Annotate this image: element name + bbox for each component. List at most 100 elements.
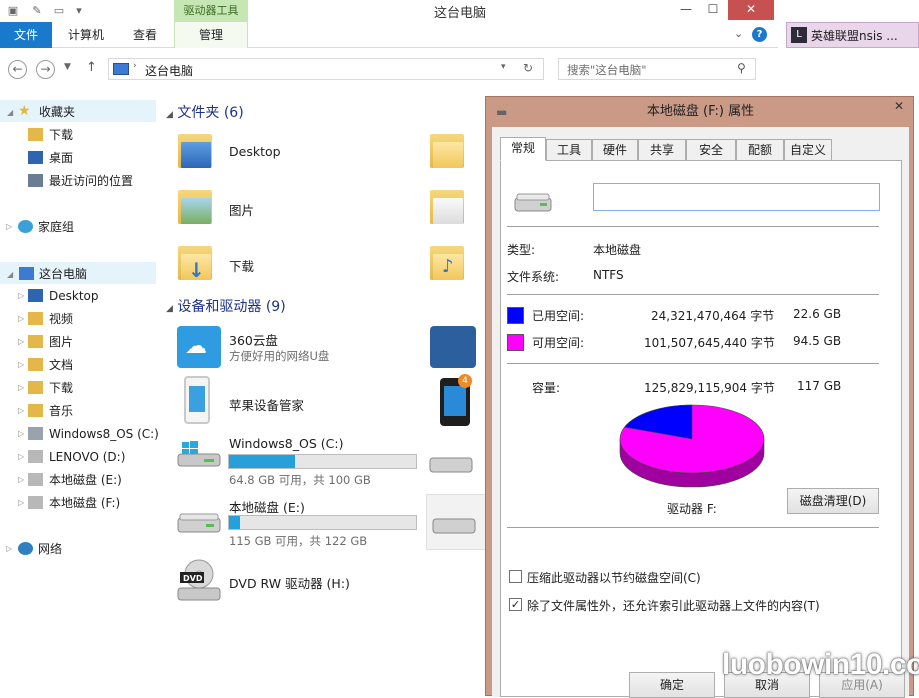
free-gb: 94.5 GB [793, 334, 842, 348]
folder-icon[interactable]: ▭ [52, 4, 66, 18]
folder-icon [28, 289, 43, 302]
drive-dvd-name[interactable]: DVD RW 驱动器 (H:) [229, 573, 350, 592]
drive-c-usage-bar [228, 454, 417, 469]
dvd-drive-icon[interactable]: DVD [176, 558, 222, 604]
address-dropdown-icon[interactable]: ▾ [501, 62, 506, 72]
used-gb: 22.6 GB [793, 307, 842, 321]
compress-label[interactable]: 压缩此驱动器以节约磁盘空间(C) [527, 569, 701, 586]
search-input[interactable]: 搜索"这台电脑" ⚲ [558, 58, 756, 80]
pictures-folder-icon[interactable] [178, 186, 214, 224]
device-apple-name[interactable]: 苹果设备管家 [229, 395, 304, 414]
edit-icon[interactable]: ✎ [30, 4, 44, 18]
music-folder-icon[interactable]: ♪ [430, 242, 466, 280]
ribbon-expand-icon[interactable]: ⌄ [734, 27, 743, 40]
taskbar-item-label: 英雄联盟nsis ... [811, 29, 898, 43]
nav-drive-e[interactable]: ▷ 本地磁盘 (E:) [0, 469, 156, 491]
drive-c-name[interactable]: Windows8_OS (C:) [229, 436, 343, 451]
used-space-swatch [507, 307, 524, 324]
folder-icon [28, 358, 43, 371]
folder-downloads[interactable]: 下载 [229, 256, 254, 275]
drive-letter-label: 驱动器 F: [667, 502, 717, 516]
nav-videos[interactable]: ▷ 视频 [0, 308, 156, 330]
capacity-gb: 117 GB [797, 379, 842, 393]
media-device-icon[interactable] [430, 326, 476, 368]
forward-icon[interactable]: → [36, 60, 55, 79]
compress-checkbox[interactable] [509, 570, 522, 583]
nav-fav-downloads[interactable]: 下载 [0, 124, 156, 146]
phone-icon[interactable] [184, 376, 210, 424]
up-icon[interactable]: ↑ [86, 60, 97, 75]
dtab-sharing[interactable]: 共享 [638, 139, 686, 161]
documents-folder-icon[interactable] [430, 186, 466, 224]
drive-e-name[interactable]: 本地磁盘 (E:) [229, 497, 305, 516]
refresh-icon[interactable]: ↻ [523, 61, 533, 75]
separator [507, 294, 879, 295]
folder-desktop[interactable]: Desktop [229, 144, 281, 159]
tab-computer[interactable]: 计算机 [58, 22, 114, 48]
drive-d-icon[interactable] [428, 448, 482, 476]
nav-drive-c[interactable]: ▷ Windows8_OS (C:) [0, 423, 159, 445]
nav-drive-f[interactable]: ▷ 本地磁盘 (F:) [0, 492, 156, 514]
tab-view[interactable]: 查看 [118, 22, 172, 48]
nav-fav-recent[interactable]: 最近访问的位置 [0, 170, 156, 192]
tablet-icon[interactable]: 4 [440, 374, 472, 426]
qat-dropdown-icon[interactable]: ▾ [72, 4, 86, 18]
minimize-button[interactable]: — [672, 0, 700, 20]
disk-usage-pie [619, 404, 765, 488]
folder-icon [28, 335, 43, 348]
nav-desktop[interactable]: ▷ Desktop [0, 285, 156, 307]
dialog-close-button[interactable]: ✕ [883, 97, 915, 117]
devices-header[interactable]: ◢ 设备和驱动器 (9) [166, 296, 286, 316]
content-pane: ◢ 文件夹 (6) Desktop 图片 ↓ 下载 ♪ ◢ 设备和驱动器 (9)… [160, 96, 486, 696]
index-label[interactable]: 除了文件属性外，还允许索引此驱动器上文件的内容(T) [527, 597, 820, 614]
dialog-body: 常规 工具 硬件 共享 安全 配额 自定义 类型: 本地磁盘 文件系统: NTFS 已用空间… [492, 127, 909, 697]
address-input[interactable]: › 这台电脑 ▾ ↻ [108, 58, 544, 80]
volume-label-input[interactable] [593, 183, 880, 211]
nav-drive-d[interactable]: ▷ LENOVO (D:) [0, 446, 156, 468]
dtab-security[interactable]: 安全 [686, 139, 736, 161]
windows-drive-icon[interactable] [176, 440, 222, 468]
dtab-quota[interactable]: 配额 [736, 139, 784, 161]
drive-icon [28, 427, 43, 440]
help-icon[interactable]: ? [752, 27, 767, 42]
tab-manage[interactable]: 管理 [174, 22, 248, 48]
dtab-hardware[interactable]: 硬件 [592, 139, 638, 161]
folder-pictures[interactable]: 图片 [229, 200, 254, 219]
videos-folder-icon[interactable] [430, 130, 466, 168]
recent-dropdown-icon[interactable]: ▼ [64, 62, 71, 72]
drive-icon [28, 450, 43, 463]
drive-icon [28, 473, 43, 486]
nav-documents[interactable]: ▷ 文档 [0, 354, 156, 376]
nav-network[interactable]: ▷ 网络 [0, 538, 156, 560]
close-button[interactable]: ✕ [728, 0, 774, 20]
drive-f-tile[interactable] [426, 494, 486, 550]
device-360-name[interactable]: 360云盘 [229, 330, 278, 349]
drive-e-usage-fill [229, 516, 240, 529]
disk-cleanup-button[interactable]: 磁盘清理(D) [787, 488, 879, 514]
nav-favorites[interactable]: ◢ ★ 收藏夹 [0, 100, 156, 122]
nav-downloads[interactable]: ▷ 下载 [0, 377, 156, 399]
maximize-button[interactable]: ☐ [700, 0, 726, 20]
ok-button[interactable]: 确定 [629, 672, 715, 698]
tab-file[interactable]: 文件 [0, 22, 52, 48]
breadcrumb[interactable]: 这台电脑 [145, 62, 193, 79]
properties-icon[interactable]: ▣ [6, 4, 20, 18]
dialog-titlebar: ▬ 本地磁盘 (F:) 属性 ✕ [486, 97, 915, 127]
nav-pictures[interactable]: ▷ 图片 [0, 331, 156, 353]
desktop-folder-icon[interactable] [178, 130, 214, 168]
folders-header[interactable]: ◢ 文件夹 (6) [166, 102, 244, 122]
taskbar-item[interactable]: L 英雄联盟nsis ... [786, 22, 919, 48]
nav-homegroup[interactable]: ▷ 家庭组 [0, 216, 156, 238]
index-checkbox[interactable]: ✓ [509, 598, 522, 611]
dtab-tools[interactable]: 工具 [546, 139, 592, 161]
cloud-drive-icon[interactable]: ☁ [177, 326, 221, 368]
nav-music[interactable]: ▷ 音乐 [0, 400, 156, 422]
back-icon[interactable]: ← [8, 60, 27, 79]
dtab-general[interactable]: 常规 [500, 137, 546, 161]
nav-this-pc[interactable]: ◢ 这台电脑 [0, 262, 156, 284]
dtab-customize[interactable]: 自定义 [784, 139, 832, 161]
downloads-folder-icon[interactable]: ↓ [178, 242, 214, 282]
hard-drive-icon[interactable] [176, 508, 222, 536]
nav-fav-desktop[interactable]: 桌面 [0, 147, 156, 169]
search-icon[interactable]: ⚲ [737, 61, 746, 75]
